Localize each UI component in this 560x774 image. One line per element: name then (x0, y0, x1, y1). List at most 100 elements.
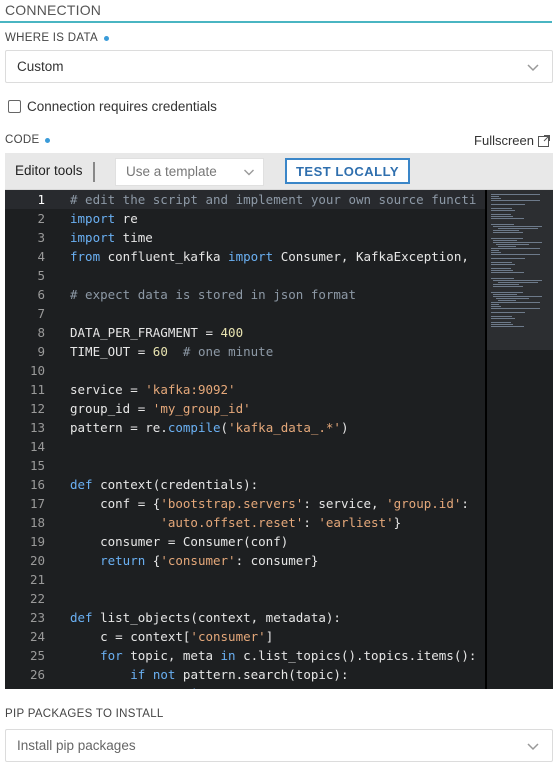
code-text: consumer = Consumer(conf) (70, 534, 289, 549)
code-line[interactable]: 1 # edit the script and implement your ow… (5, 190, 485, 209)
section-divider (0, 21, 552, 23)
code-line[interactable]: 4 from confluent_kafka import Consumer, K… (5, 247, 485, 266)
line-number: 24 (29, 629, 45, 644)
minimap-line (498, 246, 517, 247)
code-line[interactable]: 2 import re (5, 209, 485, 228)
line-number: 12 (29, 401, 45, 416)
chevron-down-icon (527, 64, 539, 72)
minimap-line (491, 278, 514, 279)
code-line[interactable]: 3 import time (5, 228, 485, 247)
pip-packages-placeholder: Install pip packages (17, 738, 136, 753)
line-number: 25 (29, 648, 45, 663)
code-line[interactable]: 10 (5, 361, 485, 380)
toolbar-separator (93, 162, 95, 182)
code-editor[interactable]: 1 # edit the script and implement your ow… (5, 190, 553, 689)
expand-icon (538, 134, 550, 147)
code-text: pattern = re.compile('kafka_data_.*') (70, 420, 349, 435)
code-line[interactable]: 20 return {'consumer': consumer} (5, 551, 485, 570)
code-text: 'auto.offset.reset': 'earliest'} (160, 515, 402, 530)
minimap-line (491, 316, 512, 317)
code-line[interactable]: 23 def list_objects(context, metadata): (5, 608, 485, 627)
code-line[interactable]: 18 'auto.offset.reset': 'earliest'} (5, 513, 485, 532)
minimap-line (491, 324, 513, 325)
line-number: 16 (29, 477, 45, 492)
line-number: 8 (37, 325, 45, 340)
editor-tools-label: Editor tools (15, 163, 83, 178)
code-line[interactable]: 8 DATA_PER_FRAGMENT = 400 (5, 323, 485, 342)
minimap-line (491, 268, 511, 269)
template-select-placeholder: Use a template (126, 164, 217, 179)
minimap-line (491, 196, 499, 197)
minimap-line (495, 298, 529, 299)
minimap-line (491, 306, 501, 307)
chevron-down-icon (527, 743, 539, 751)
code-line[interactable]: 7 (5, 304, 485, 323)
code-line[interactable]: 13 pattern = re.compile('kafka_data_.*') (5, 418, 485, 437)
code-line[interactable]: 27 continue (5, 684, 485, 689)
credentials-checkbox-label: Connection requires credentials (27, 99, 217, 114)
code-line[interactable]: 17 conf = {'bootstrap.servers': service,… (5, 494, 485, 513)
code-line[interactable]: 15 (5, 456, 485, 475)
line-number: 26 (29, 667, 45, 682)
line-number: 18 (29, 515, 45, 530)
code-text: c = context['consumer'] (70, 629, 274, 644)
code-text: return {'consumer': consumer} (100, 553, 319, 568)
template-select[interactable]: Use a template (115, 158, 264, 186)
credentials-checkbox-row[interactable]: Connection requires credentials (8, 99, 217, 114)
section-title: CONNECTION (5, 2, 102, 18)
code-lines[interactable]: 1 # edit the script and implement your ow… (5, 190, 485, 689)
code-text: service = 'kafka:9092' (70, 382, 236, 397)
where-is-data-select[interactable]: Custom (5, 50, 553, 83)
where-is-data-label-text: WHERE IS DATA (5, 32, 98, 44)
minimap-line (491, 224, 514, 225)
line-number: 5 (37, 268, 45, 283)
code-text: # expect data is stored in json format (70, 287, 356, 302)
credentials-checkbox[interactable] (8, 100, 21, 113)
line-number: 3 (37, 230, 45, 245)
code-line[interactable]: 6 # expect data is stored in json format (5, 285, 485, 304)
minimap-line (491, 272, 524, 273)
code-line[interactable]: 25 for topic, meta in c.list_topics().to… (5, 646, 485, 665)
minimap-line (493, 294, 518, 295)
line-number: 11 (29, 382, 45, 397)
code-line[interactable]: 11 service = 'kafka:9092' (5, 380, 485, 399)
code-label: CODE (5, 134, 51, 146)
code-line[interactable]: 24 c = context['consumer'] (5, 627, 485, 646)
editor-minimap[interactable] (485, 190, 553, 689)
code-line[interactable]: 16 def context(credentials): (5, 475, 485, 494)
minimap-line (491, 322, 511, 323)
line-number: 4 (37, 249, 45, 264)
minimap-line (491, 248, 540, 249)
code-line[interactable]: 22 (5, 589, 485, 608)
pip-packages-select[interactable]: Install pip packages (5, 729, 553, 762)
code-label-text: CODE (5, 134, 40, 146)
code-line[interactable]: 5 (5, 266, 485, 285)
editor-toolbar: Editor tools Use a template TEST LOCALLY (5, 153, 553, 190)
code-line[interactable]: 12 group_id = 'my_group_id' (5, 399, 485, 418)
code-text: import time (70, 230, 153, 245)
code-line[interactable]: 14 (5, 437, 485, 456)
minimap-line (493, 280, 543, 281)
code-text: if not pattern.search(topic): (130, 667, 349, 682)
code-text: def context(credentials): (70, 477, 259, 492)
code-text: group_id = 'my_group_id' (70, 401, 251, 416)
fullscreen-button[interactable]: Fullscreen (474, 133, 550, 148)
minimap-line (491, 200, 540, 201)
test-locally-button[interactable]: TEST LOCALLY (285, 158, 410, 184)
line-number: 21 (29, 572, 45, 587)
code-line[interactable]: 21 (5, 570, 485, 589)
minimap-line (491, 216, 513, 217)
code-text: for topic, meta in c.list_topics().topic… (100, 648, 477, 663)
line-number: 6 (37, 287, 45, 302)
code-line[interactable]: 19 consumer = Consumer(conf) (5, 532, 485, 551)
code-text: from confluent_kafka import Consumer, Ka… (70, 249, 477, 264)
minimap-line (491, 194, 540, 195)
minimap-line (498, 228, 539, 229)
minimap-line (498, 282, 539, 283)
line-number: 14 (29, 439, 45, 454)
code-line[interactable]: 9 TIME_OUT = 60 # one minute (5, 342, 485, 361)
code-line[interactable]: 26 if not pattern.search(topic): (5, 665, 485, 684)
minimap-line (491, 252, 501, 253)
minimap-line (493, 232, 524, 233)
minimap-line (491, 258, 525, 259)
